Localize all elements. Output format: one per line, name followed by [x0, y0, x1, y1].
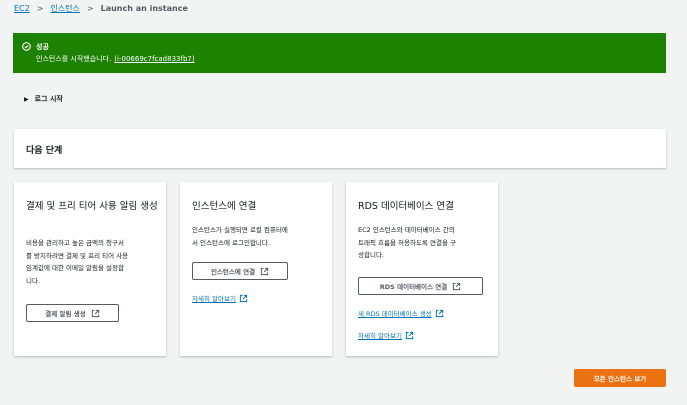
button-label: RDS 데이터베이스 연결	[379, 283, 448, 291]
connect-instance-card: 인스턴스에 연결 인스턴스가 실행되면 로컬 컴퓨터에 서 인스턴스에 로그인합…	[180, 182, 332, 356]
launch-log-label: 로그 시작	[34, 95, 63, 103]
card-desc-line: 임계값에 대한 이메일 알림을 설정합	[26, 264, 124, 272]
card-desc-line: 인스턴스가 실행되면 로컬 컴퓨터에	[192, 226, 288, 234]
button-label: 인스턴스에 연결	[210, 268, 256, 276]
external-link-icon	[91, 309, 99, 317]
card-desc-line: 비용을 관리하고 높은 금액의 청구서	[26, 239, 124, 247]
card-desc-line: 를 방지하려면 결제 및 프리 티어 사용	[26, 251, 129, 260]
breadcrumb-link-instances[interactable]: 인스턴스	[50, 3, 79, 14]
card-desc-line: 트래픽 흐름을 허용하도록 연결을 구	[358, 238, 456, 247]
external-link-icon	[435, 309, 443, 317]
external-link-icon	[260, 267, 269, 275]
card-desc-line: 서 인스턴스에 로그인합니다.	[192, 238, 270, 247]
breadcrumb-link-ec2[interactable]: EC2	[14, 4, 30, 13]
connect-rds-button[interactable]: RDS 데이터베이스 연결	[358, 277, 483, 295]
card-description: 비용을 관리하고 높은 금액의 청구서 를 방지하려면 결제 및 프리 티어 사…	[26, 237, 156, 287]
link-label[interactable]: 자세히 알아보기	[192, 293, 236, 303]
caret-right-icon: ▶	[24, 95, 29, 103]
card-title: 결제 및 프리 티어 사용 알림 생성	[26, 201, 158, 212]
instance-id-link[interactable]: (i-00669c7fcad833fb7)	[114, 55, 194, 63]
learn-more-link[interactable]: 자세히 알아보기	[192, 293, 248, 303]
card-title: 인스턴스에 연결	[192, 201, 257, 212]
flash-title: 성공	[36, 43, 49, 51]
card-desc-line: 성합니다.	[358, 251, 384, 259]
chevron-right-icon: >	[36, 3, 44, 13]
chevron-right-icon: >	[86, 3, 94, 13]
create-billing-alert-button[interactable]: 결제 알림 생성	[26, 304, 119, 322]
external-link-icon	[405, 331, 414, 339]
external-link-icon	[453, 282, 461, 290]
learn-more-link[interactable]: 자세히 알아보기	[358, 330, 414, 340]
next-steps-title: 다음 단계	[26, 146, 63, 156]
create-rds-link[interactable]: 새 RDS 데이터베이스 생성	[358, 308, 444, 318]
card-desc-line: EC2 인스턴스와 데이터베이스 간의	[358, 226, 455, 234]
breadcrumb-current: Launch an instance	[100, 3, 188, 13]
success-flashbar: 성공 인스턴스를 시작했습니다. (i-00669c7fcad833fb7)	[13, 33, 666, 73]
card-description: EC2 인스턴스와 데이터베이스 간의 트래픽 흐름을 허용하도록 연결을 구 …	[358, 224, 488, 262]
breadcrumb: EC2 > 인스턴스 > Launch an instance	[14, 2, 188, 14]
next-steps-container: 다음 단계	[14, 129, 666, 168]
external-link-icon	[239, 294, 248, 302]
card-title: RDS 데이터베이스 연결	[358, 201, 454, 212]
link-label[interactable]: 자세히 알아보기	[358, 330, 402, 340]
flash-message: 인스턴스를 시작했습니다. (i-00669c7fcad833fb7)	[36, 54, 195, 64]
flash-message-text: 인스턴스를 시작했습니다.	[36, 55, 112, 63]
card-description: 인스턴스가 실행되면 로컬 컴퓨터에 서 인스턴스에 로그인합니다.	[192, 224, 322, 249]
billing-alert-card: 결제 및 프리 티어 사용 알림 생성 비용을 관리하고 높은 금액의 청구서 …	[14, 182, 166, 356]
launch-log-expander[interactable]: ▶ 로그 시작	[24, 94, 63, 104]
success-check-icon	[22, 42, 31, 51]
card-desc-line: 니다.	[26, 276, 41, 285]
view-all-instances-button[interactable]: 모든 인스턴스 보기	[574, 369, 666, 387]
connect-instance-button[interactable]: 인스턴스에 연결	[192, 262, 288, 280]
button-label: 결제 알림 생성	[45, 310, 86, 318]
rds-connect-card: RDS 데이터베이스 연결 EC2 인스턴스와 데이터베이스 간의 트래픽 흐름…	[346, 182, 498, 356]
link-label[interactable]: 새 RDS 데이터베이스 생성	[358, 308, 432, 318]
